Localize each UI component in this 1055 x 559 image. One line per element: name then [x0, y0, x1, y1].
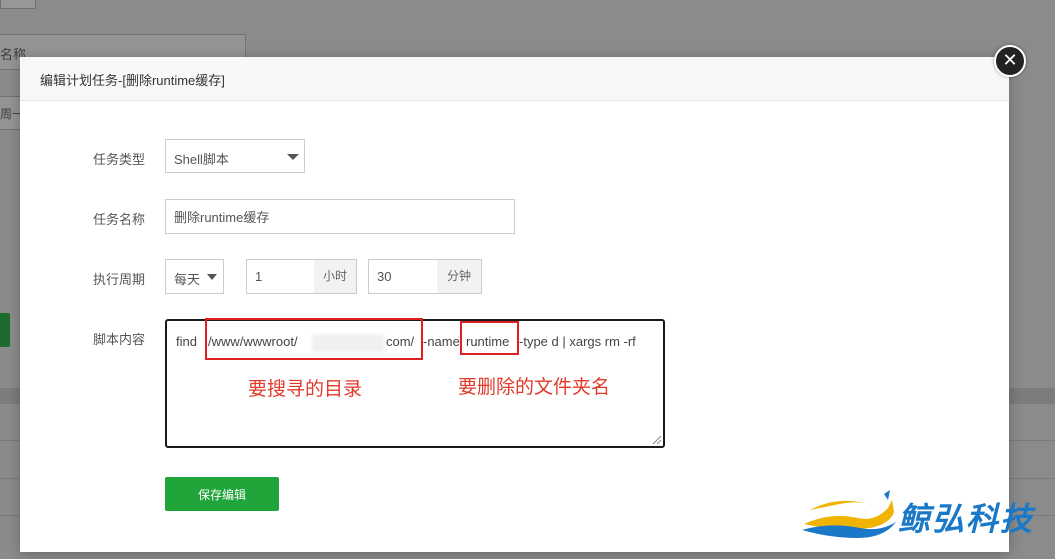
resize-grip-icon[interactable]	[652, 435, 662, 445]
folder-annotation: 要删除的文件夹名	[458, 377, 611, 398]
script-label: 脚本内容	[93, 332, 146, 347]
watermark-text: 鲸弘科技	[898, 501, 1035, 537]
hour-input[interactable]	[246, 259, 315, 294]
hour-unit: 小时	[314, 259, 357, 294]
folder-highlight-box	[460, 321, 519, 355]
save-button[interactable]: 保存编辑	[165, 477, 279, 511]
period-select[interactable]: 每天	[165, 259, 224, 294]
task-name-input[interactable]	[165, 199, 515, 234]
dir-highlight-box	[205, 318, 423, 360]
task-type-label: 任务类型	[93, 152, 146, 167]
chevron-down-icon	[287, 154, 299, 160]
period-value: 每天	[174, 272, 201, 287]
task-type-value: Shell脚本	[174, 152, 229, 167]
background-green-button	[0, 313, 10, 347]
modal-title: 编辑计划任务-[删除runtime缓存]	[40, 73, 225, 88]
minute-unit: 分钟	[437, 259, 482, 294]
script-rest: -type d | xargs rm -rf	[519, 334, 636, 349]
script-name-flag: -name	[423, 334, 460, 349]
close-icon[interactable]: ✕	[994, 45, 1026, 77]
task-name-label: 任务名称	[93, 212, 146, 227]
task-type-select[interactable]: Shell脚本	[165, 139, 305, 173]
cycle-label: 执行周期	[93, 272, 146, 287]
minute-input[interactable]	[368, 259, 438, 294]
script-find: find	[176, 334, 197, 349]
background-box	[0, 0, 36, 9]
modal-header: 编辑计划任务-[删除runtime缓存]	[20, 57, 1009, 101]
dir-annotation: 要搜寻的目录	[248, 379, 363, 400]
chevron-down-icon	[207, 274, 217, 280]
